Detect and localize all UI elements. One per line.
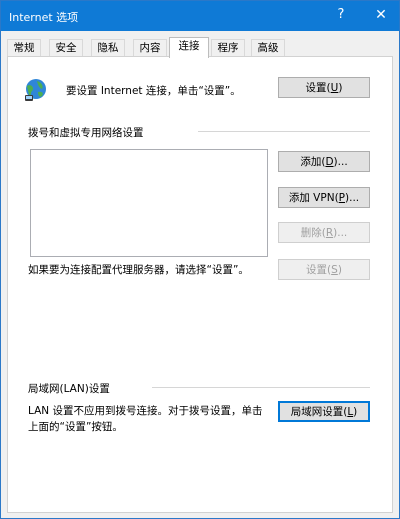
remove-button-mnemonic: R bbox=[325, 227, 334, 239]
lan-settings-button[interactable]: 局域网设置(L) bbox=[278, 401, 370, 422]
remove-button[interactable]: 删除(R)... bbox=[278, 222, 370, 243]
network-globe-icon bbox=[25, 79, 46, 101]
tab-content[interactable]: 内容 bbox=[133, 39, 167, 57]
dialup-section-label: 拨号和虚拟专用网络设置 bbox=[28, 127, 144, 139]
connection-settings-button-mnemonic: S bbox=[331, 264, 338, 276]
title-bar[interactable]: Internet 选项 ? ✕ bbox=[1, 1, 399, 31]
lan-settings-button-label: 局域网设置 bbox=[290, 406, 344, 418]
add-button-label: 添加 bbox=[300, 156, 322, 168]
lan-note-line-1: LAN 设置不应用到拨号连接。对于拨号设置，单击 bbox=[28, 405, 263, 417]
help-button[interactable]: ? bbox=[323, 1, 359, 31]
lan-settings-button-mnemonic: L bbox=[347, 406, 354, 418]
connection-settings-button-label: 设置 bbox=[306, 264, 328, 276]
lan-section-label: 局域网(LAN)设置 bbox=[28, 383, 110, 395]
dialup-divider bbox=[198, 131, 370, 132]
setup-button-label: 设置 bbox=[305, 82, 327, 94]
lan-note: LAN 设置不应用到拨号连接。对于拨号设置，单击 上面的“设置”按钮。 bbox=[28, 403, 262, 435]
add-button-mnemonic: D bbox=[325, 156, 334, 168]
internet-options-dialog: Internet 选项 ? ✕ 常规 安全 隐私 内容 连接 程序 高级 要设置… bbox=[0, 0, 400, 519]
add-button[interactable]: 添加(D)... bbox=[278, 151, 370, 172]
lan-divider bbox=[152, 387, 370, 388]
dialup-connections-list[interactable] bbox=[30, 149, 268, 257]
remove-button-ellipsis: ... bbox=[337, 227, 348, 239]
setup-instruction: 要设置 Internet 连接，单击“设置”。 bbox=[66, 85, 241, 97]
tab-general[interactable]: 常规 bbox=[7, 39, 41, 57]
setup-button[interactable]: 设置(U) bbox=[278, 77, 370, 98]
tab-connections[interactable]: 连接 bbox=[169, 37, 209, 58]
connection-settings-button[interactable]: 设置(S) bbox=[278, 259, 370, 280]
add-button-ellipsis: ... bbox=[337, 156, 348, 168]
tab-privacy[interactable]: 隐私 bbox=[91, 39, 125, 57]
add-vpn-button[interactable]: 添加 VPN(P)... bbox=[278, 187, 370, 208]
lan-note-line-2: 上面的“设置”按钮。 bbox=[28, 421, 123, 433]
close-button[interactable]: ✕ bbox=[363, 1, 399, 31]
add-vpn-button-mnemonic: P bbox=[338, 192, 346, 204]
add-vpn-button-label: 添加 VPN bbox=[288, 192, 335, 204]
setup-button-mnemonic: U bbox=[330, 82, 339, 94]
window-title: Internet 选项 bbox=[9, 11, 79, 24]
proxy-note: 如果要为连接配置代理服务器，请选择“设置”。 bbox=[28, 264, 249, 276]
remove-button-label: 删除 bbox=[300, 227, 322, 239]
connections-tab-panel: 要设置 Internet 连接，单击“设置”。 设置(U) 拨号和虚拟专用网络设… bbox=[7, 56, 393, 513]
tab-advanced[interactable]: 高级 bbox=[251, 39, 285, 57]
tab-programs[interactable]: 程序 bbox=[211, 39, 245, 57]
tab-security[interactable]: 安全 bbox=[49, 39, 83, 57]
add-vpn-button-ellipsis: ... bbox=[349, 192, 360, 204]
